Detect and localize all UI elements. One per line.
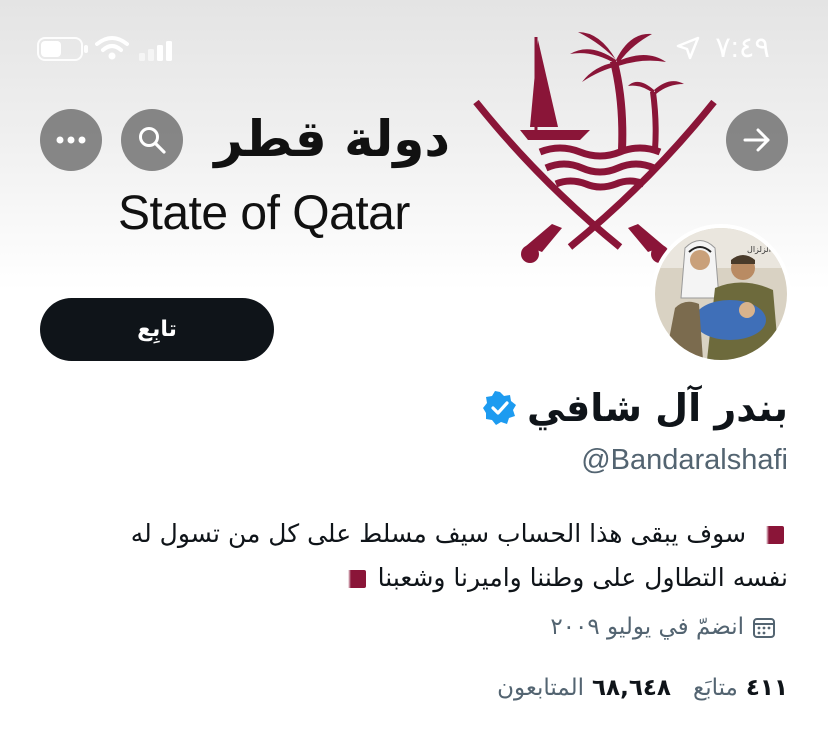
user-handle: @Bandaralshafi bbox=[581, 444, 788, 476]
back-button[interactable] bbox=[726, 109, 788, 171]
search-button[interactable] bbox=[121, 109, 183, 171]
bio-line-2: نفسه التطاول على وطننا واميرنا وشعبنا bbox=[28, 556, 788, 600]
status-time: ٧:٤٩ bbox=[715, 32, 770, 64]
banner-logo-english: State of Qatar bbox=[118, 187, 410, 240]
more-button[interactable] bbox=[40, 109, 102, 171]
signal-icon bbox=[138, 39, 176, 65]
arrow-right-icon bbox=[743, 128, 770, 152]
banner-logo-arabic: دولة قطر bbox=[214, 110, 450, 168]
profile-bio: سوف يبقى هذا الحساب سيف مسلط على كل من ت… bbox=[28, 512, 788, 600]
bio-line-1: سوف يبقى هذا الحساب سيف مسلط على كل من ت… bbox=[28, 512, 788, 556]
display-name: بندر آل شافي bbox=[526, 386, 788, 430]
joined-date: انضمّ في يوليو ٢٠٠٩ bbox=[550, 614, 776, 640]
status-bar: ٧:٤٩ bbox=[0, 0, 828, 90]
qatar-flag-icon bbox=[758, 526, 784, 544]
location-arrow-icon bbox=[676, 36, 700, 64]
verified-badge-icon bbox=[482, 391, 516, 425]
followers-label: المتابعون bbox=[497, 675, 585, 701]
followers-count: ٦٨,٦٤٨ bbox=[592, 675, 671, 701]
battery-icon bbox=[37, 37, 89, 65]
wifi-icon bbox=[95, 35, 129, 65]
calendar-icon bbox=[753, 618, 775, 638]
qatar-flag-icon bbox=[339, 570, 366, 588]
followers-stat[interactable]: ٦٨,٦٤٨ المتابعون bbox=[497, 675, 671, 701]
search-icon bbox=[139, 127, 166, 154]
bio-text-line-1: سوف يبقى هذا الحساب سيف مسلط على كل من ت… bbox=[130, 519, 747, 548]
more-icon bbox=[56, 136, 86, 144]
avatar[interactable]: بعد الزلزال bbox=[651, 224, 791, 364]
joined-text: انضمّ في يوليو ٢٠٠٩ bbox=[550, 614, 744, 640]
following-count: ٤١١ bbox=[745, 675, 788, 701]
following-stat[interactable]: ٤١١ متابَع bbox=[693, 675, 788, 701]
bio-text-line-2: نفسه التطاول على وطننا واميرنا وشعبنا bbox=[377, 563, 788, 592]
following-label: متابَع bbox=[692, 675, 738, 701]
follow-button[interactable]: تابِع bbox=[40, 298, 274, 361]
profile-stats: ٤١١ متابَع ٦٨,٦٤٨ المتابعون bbox=[497, 675, 788, 701]
profile-name-row: بندر آل شافي bbox=[482, 386, 788, 430]
